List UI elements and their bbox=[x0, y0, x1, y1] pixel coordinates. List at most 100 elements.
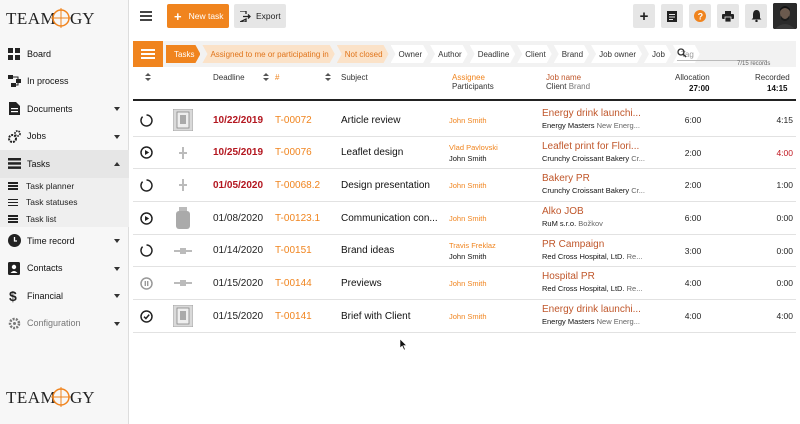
subject-cell[interactable]: Brief with Client bbox=[341, 300, 445, 332]
play-circle-icon[interactable] bbox=[139, 202, 153, 234]
sidebar-subitem-task-planner[interactable]: Task planner bbox=[0, 177, 129, 194]
subject-cell[interactable]: Previews bbox=[341, 267, 445, 299]
menu-icon[interactable] bbox=[140, 11, 152, 21]
sidebar-item-financial[interactable]: $ Financial bbox=[0, 282, 129, 310]
sidebar-item-board[interactable]: Board bbox=[0, 40, 129, 68]
sort-icon[interactable] bbox=[325, 73, 331, 81]
filter-crumb-assigned[interactable]: Assigned to me or participating in bbox=[202, 45, 334, 63]
participant-name[interactable]: John Smith bbox=[449, 153, 487, 164]
sidebar-item-label: Contacts bbox=[27, 263, 63, 274]
task-id-link[interactable]: T-00141 bbox=[275, 300, 333, 332]
assignee-name[interactable]: Vlad Pavlovski bbox=[449, 142, 498, 153]
job-name-link[interactable]: Hospital PR bbox=[542, 271, 647, 283]
participant-name[interactable]: John Smith bbox=[449, 251, 487, 262]
filter-toggle-button[interactable] bbox=[133, 41, 163, 67]
task-id-link[interactable]: T-00076 bbox=[275, 137, 333, 169]
table-row[interactable]: 10/25/2019 T-00076 Leaflet design Vlad Pavl… bbox=[133, 137, 796, 170]
play-circle-icon[interactable] bbox=[139, 137, 153, 169]
help-button[interactable]: ? bbox=[689, 4, 711, 28]
header-recorded[interactable]: Recorded bbox=[755, 73, 790, 83]
assignee-name[interactable]: John Smith bbox=[449, 213, 487, 224]
header-deadline[interactable]: Deadline bbox=[213, 73, 245, 83]
job-name-link[interactable]: Energy drink launchi... bbox=[542, 108, 647, 120]
sidebar-item-configuration[interactable]: Configuration bbox=[0, 310, 129, 338]
assignee-name[interactable]: John Smith bbox=[449, 115, 487, 126]
subject-cell[interactable]: Brand ideas bbox=[341, 235, 445, 267]
notes-button[interactable] bbox=[661, 4, 683, 28]
job-name-link[interactable]: Leaflet print for Flori... bbox=[542, 141, 647, 153]
filter-crumb-brand[interactable]: Brand bbox=[554, 45, 589, 63]
sidebar-subitem-task-statuses[interactable]: Task statuses bbox=[0, 194, 129, 211]
chevron-down-icon bbox=[114, 294, 120, 298]
sidebar-item-label: Time record bbox=[27, 235, 75, 246]
assignee-name[interactable]: John Smith bbox=[449, 311, 487, 322]
job-name-link[interactable]: Bakery PR bbox=[542, 173, 647, 185]
header-client-brand[interactable]: Client Brand bbox=[546, 82, 590, 92]
subject-cell[interactable]: Article review bbox=[341, 104, 445, 136]
filter-crumb-deadline[interactable]: Deadline bbox=[470, 45, 516, 63]
sidebar-item-time-record[interactable]: Time record bbox=[0, 227, 129, 255]
print-button[interactable] bbox=[717, 4, 739, 28]
deadline-cell: 01/05/2020 bbox=[213, 179, 264, 191]
assignee-name[interactable]: John Smith bbox=[449, 278, 487, 289]
table-row[interactable]: 10/22/2019 T-00072 Article review John Smit… bbox=[133, 104, 796, 137]
subject-cell[interactable]: Leaflet design bbox=[341, 137, 445, 169]
table-row[interactable]: 01/14/2020 T-00151 Brand ideas Travis Frekl… bbox=[133, 235, 796, 268]
deadline-cell: 01/15/2020 bbox=[213, 277, 264, 289]
job-name-link[interactable]: Energy drink launchi... bbox=[542, 304, 647, 316]
sidebar-item-jobs[interactable]: Jobs bbox=[0, 123, 129, 151]
brand-name: New Energ... bbox=[596, 317, 640, 327]
filter-crumb-not-closed[interactable]: Not closed bbox=[337, 45, 389, 63]
subject-cell[interactable]: Communication con... bbox=[341, 202, 445, 234]
assignee-cell: John Smith bbox=[449, 169, 537, 201]
open-circle-icon[interactable] bbox=[139, 104, 153, 136]
header-allocation[interactable]: Allocation bbox=[675, 73, 710, 83]
task-id-link[interactable]: T-00144 bbox=[275, 267, 333, 299]
new-task-button[interactable]: + New task bbox=[167, 4, 229, 28]
filter-crumb-owner[interactable]: Owner bbox=[391, 45, 429, 63]
add-button[interactable]: + bbox=[633, 4, 655, 28]
task-id-link[interactable]: T-00068.2 bbox=[275, 169, 333, 201]
sidebar-item-documents[interactable]: Documents bbox=[0, 95, 129, 123]
notifications-button[interactable] bbox=[745, 4, 767, 28]
filter-crumb-client[interactable]: Client bbox=[517, 45, 551, 63]
filter-crumb-tasks[interactable]: Tasks bbox=[166, 45, 200, 63]
user-avatar[interactable] bbox=[773, 3, 797, 29]
search-input[interactable] bbox=[677, 47, 767, 61]
check-circle-icon[interactable] bbox=[139, 300, 153, 332]
sidebar-item-contacts[interactable]: Contacts bbox=[0, 255, 129, 283]
table-row[interactable]: 01/15/2020 T-00144 Previews John Smith Hospi… bbox=[133, 267, 796, 301]
table-row[interactable]: 01/15/2020 T-00141 Brief with Client John S… bbox=[133, 300, 796, 333]
job-cell: Energy drink launchi... Energy Masters Ne… bbox=[542, 104, 647, 136]
subject-cell[interactable]: Design presentation bbox=[341, 169, 445, 201]
header-id[interactable]: # bbox=[275, 73, 279, 83]
filter-crumb-job-owner[interactable]: Job owner bbox=[591, 45, 642, 63]
teamogy-logo[interactable]: TEAM GY bbox=[6, 6, 96, 30]
assignee-name[interactable]: Travis Freklaz bbox=[449, 240, 496, 251]
task-id-link[interactable]: T-00151 bbox=[275, 235, 333, 267]
allocation-cell: 6:00 bbox=[684, 115, 702, 125]
sidebar-item-tasks[interactable]: Tasks bbox=[0, 150, 129, 178]
filter-crumb-author[interactable]: Author bbox=[430, 45, 468, 63]
header-participants[interactable]: Participants bbox=[452, 82, 494, 92]
sidebar-item-in-process[interactable]: In process bbox=[0, 68, 129, 96]
sidebar: TEAM GY Board In process Documents Jobs … bbox=[0, 0, 129, 424]
open-circle-icon[interactable] bbox=[139, 169, 153, 201]
table-row[interactable]: 01/08/2020 T-00123.1 Communication con... J… bbox=[133, 202, 796, 235]
table-row[interactable]: 01/05/2020 T-00068.2 Design presentation Jo… bbox=[133, 169, 796, 203]
sort-icon[interactable] bbox=[145, 73, 151, 81]
sort-icon[interactable] bbox=[263, 73, 269, 81]
sidebar-item-label: Configuration bbox=[27, 318, 81, 329]
open-circle-icon[interactable] bbox=[139, 235, 153, 267]
filter-crumb-job[interactable]: Job bbox=[644, 45, 671, 63]
task-id-link[interactable]: T-00123.1 bbox=[275, 202, 333, 234]
job-cell: Alko JOB RuM s.r.o. Božkov bbox=[542, 202, 647, 234]
sidebar-subitem-task-list[interactable]: Task list bbox=[0, 210, 129, 227]
task-id-link[interactable]: T-00072 bbox=[275, 104, 333, 136]
header-subject[interactable]: Subject bbox=[341, 73, 368, 83]
pause-circle-icon[interactable] bbox=[139, 267, 153, 299]
export-button[interactable]: Export bbox=[234, 4, 286, 28]
job-name-link[interactable]: PR Campaign bbox=[542, 239, 647, 251]
job-name-link[interactable]: Alko JOB bbox=[542, 206, 647, 218]
assignee-name[interactable]: John Smith bbox=[449, 180, 487, 191]
